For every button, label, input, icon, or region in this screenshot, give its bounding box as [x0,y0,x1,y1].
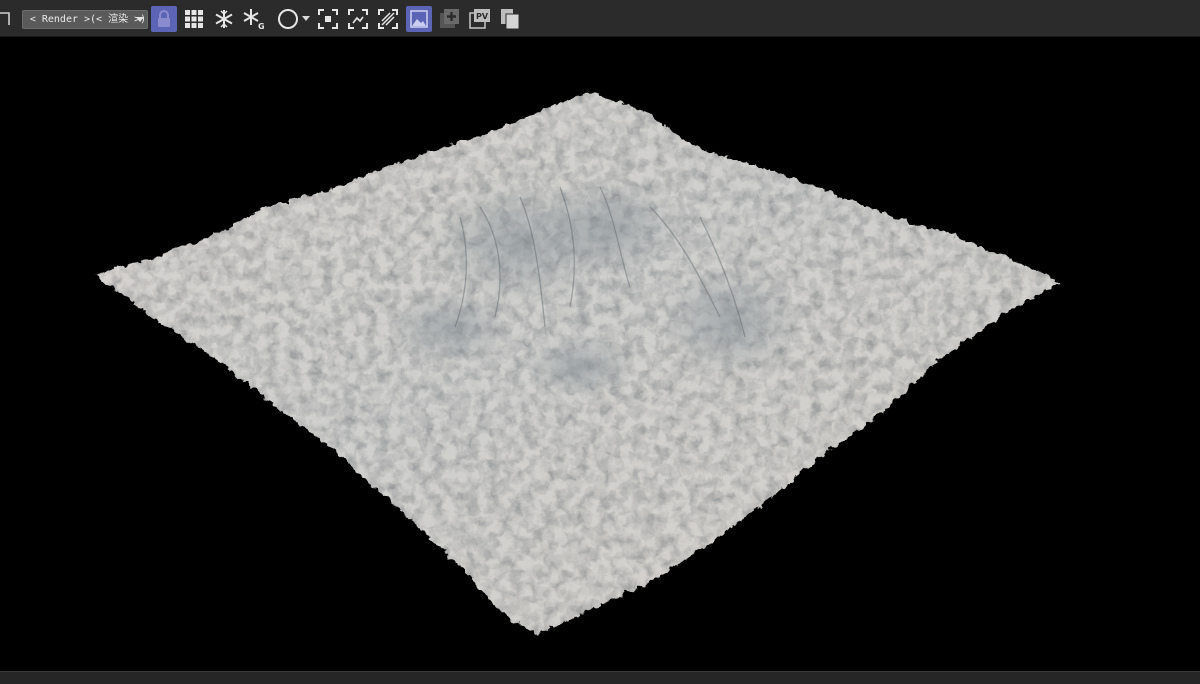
chevron-down-icon [301,16,310,22]
image-icon [410,10,428,28]
lock-icon [156,10,172,28]
freeze-global-icon: G [242,8,266,30]
expand-icon [348,9,368,29]
copy-button[interactable] [497,6,523,32]
striped-button[interactable] [375,6,401,32]
grid-button[interactable] [181,6,207,32]
region-focus-icon [318,9,338,29]
chevron-down-icon [136,17,144,22]
freeze-button[interactable] [211,6,237,32]
add-layer-icon [439,8,461,30]
freeze-icon [214,9,234,29]
pv-label: PV [476,12,489,21]
expand-button[interactable] [345,6,371,32]
render-view-label: < Render >(< 渲染 >) [29,14,147,25]
svg-text:G: G [258,22,265,30]
render-viewport[interactable] [0,37,1200,671]
pv-icon: PV [469,8,491,30]
render-toolbar: < Render >(< 渲染 >) G PV [0,0,1200,37]
shape-dropdown[interactable] [273,6,313,32]
snow-terrain-render [95,92,1060,634]
collapse-icon[interactable] [0,9,14,29]
render-view-dropdown[interactable]: < Render >(< 渲染 >) [22,10,148,29]
pv-button[interactable]: PV [467,6,493,32]
freeze-global-button[interactable]: G [241,6,267,32]
grid-icon [184,9,204,29]
lock-button[interactable] [151,6,177,32]
image-button[interactable] [406,6,432,32]
striped-icon [378,9,398,29]
region-focus-button[interactable] [315,6,341,32]
status-bar [0,671,1200,684]
circle-icon [277,8,299,30]
add-layer-button[interactable] [437,6,463,32]
copy-icon [499,8,521,30]
